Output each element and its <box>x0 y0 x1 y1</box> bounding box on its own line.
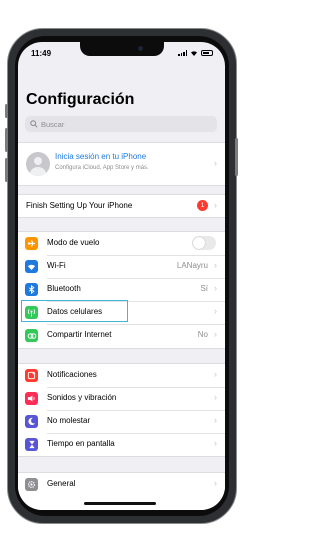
search-placeholder: Buscar <box>41 119 65 129</box>
chevron-right-icon: › <box>214 260 217 270</box>
status-time: 11:49 <box>31 49 52 58</box>
chevron-right-icon: › <box>214 200 217 210</box>
do-not-disturb-row[interactable]: No molestar › <box>18 410 225 433</box>
personal-hotspot-value: No <box>197 330 208 339</box>
connectivity-group: Modo de vuelo Wi-Fi LANayru › Bluetooth … <box>18 231 225 349</box>
chevron-right-icon: › <box>214 415 217 425</box>
screen-time-label: Tiempo en pantalla <box>47 439 115 448</box>
personal-hotspot-row[interactable]: Compartir Internet No › <box>18 324 225 347</box>
hourglass-icon <box>25 438 38 451</box>
bluetooth-label: Bluetooth <box>47 284 81 293</box>
chevron-right-icon: › <box>214 158 217 168</box>
avatar <box>26 152 50 176</box>
airplane-mode-toggle[interactable] <box>192 236 216 250</box>
signal-icon <box>178 50 187 56</box>
status-bar: 11:49 <box>18 42 225 64</box>
gear-icon <box>25 478 38 491</box>
general-label: General <box>47 479 76 488</box>
chevron-right-icon: › <box>214 283 217 293</box>
front-camera <box>138 46 143 51</box>
home-indicator[interactable] <box>84 502 156 505</box>
general-row[interactable]: General › <box>18 473 225 496</box>
chevron-right-icon: › <box>214 329 217 339</box>
chevron-right-icon: › <box>214 478 217 488</box>
do-not-disturb-label: No molestar <box>47 416 91 425</box>
volume-down-button <box>5 158 8 182</box>
setup-group: Finish Setting Up Your iPhone 1 › <box>18 194 225 218</box>
notifications-label: Notificaciones <box>47 370 97 379</box>
notifications-group: Notificaciones › Sonidos y vibración › N… <box>18 363 225 457</box>
notifications-row[interactable]: Notificaciones › <box>18 364 225 387</box>
chevron-right-icon: › <box>214 392 217 402</box>
search-icon <box>30 120 38 128</box>
sign-in-subtitle: Configura iCloud, App Store y más. <box>55 165 149 171</box>
finish-setup-label: Finish Setting Up Your iPhone <box>26 201 133 210</box>
sign-in-title: Inicia sesión en tu iPhone <box>55 152 147 161</box>
sounds-icon <box>25 392 38 405</box>
bluetooth-row[interactable]: Bluetooth Sí › <box>18 278 225 301</box>
battery-icon <box>201 50 213 56</box>
wifi-label: Wi-Fi <box>47 261 66 270</box>
bluetooth-value: Sí <box>200 284 208 293</box>
airplane-mode-label: Modo de vuelo <box>47 238 100 247</box>
bluetooth-icon <box>25 283 38 296</box>
page-title: Configuración <box>26 91 135 108</box>
sounds-row[interactable]: Sonidos y vibración › <box>18 387 225 410</box>
chevron-right-icon: › <box>214 438 217 448</box>
wifi-value: LANayru <box>176 261 208 270</box>
wifi-status-icon <box>191 51 197 56</box>
wifi-icon <box>25 260 38 273</box>
screen: 11:49 Configuración Buscar Inicia sesión… <box>18 42 225 510</box>
sounds-label: Sonidos y vibración <box>47 393 117 402</box>
wifi-row[interactable]: Wi-Fi LANayru › <box>18 255 225 278</box>
selection-highlight <box>21 300 128 322</box>
notifications-icon <box>25 369 38 382</box>
chevron-right-icon: › <box>214 369 217 379</box>
search-input[interactable]: Buscar <box>25 116 217 132</box>
side-button <box>235 138 238 176</box>
personal-hotspot-label: Compartir Internet <box>47 330 112 339</box>
airplane-icon <box>25 237 38 250</box>
mute-switch <box>5 104 8 118</box>
notification-badge: 1 <box>197 200 208 211</box>
notch <box>80 42 164 56</box>
airplane-mode-row[interactable]: Modo de vuelo <box>18 232 225 255</box>
finish-setup-row[interactable]: Finish Setting Up Your iPhone 1 › <box>18 195 225 218</box>
moon-icon <box>25 415 38 428</box>
chevron-right-icon: › <box>214 306 217 316</box>
profile-row[interactable]: Inicia sesión en tu iPhone Configura iCl… <box>18 142 225 186</box>
hotspot-icon <box>25 329 38 342</box>
screen-time-row[interactable]: Tiempo en pantalla › <box>18 433 225 456</box>
status-icons <box>178 50 213 56</box>
volume-up-button <box>5 128 8 152</box>
